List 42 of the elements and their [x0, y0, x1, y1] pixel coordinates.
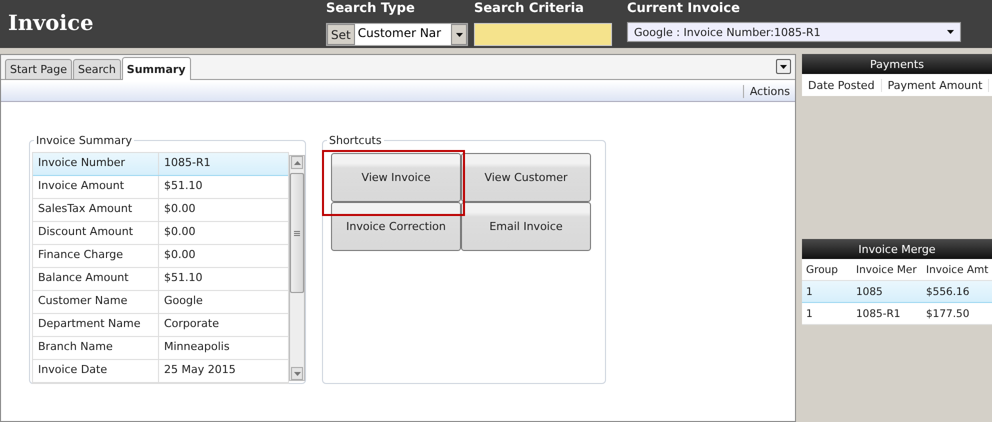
- current-invoice-select[interactable]: Google : Invoice Number:1085-R1: [627, 22, 961, 42]
- tab-menu-button[interactable]: [776, 59, 791, 74]
- column-header: Date Posted: [802, 78, 882, 92]
- actions-menu[interactable]: Actions: [742, 84, 795, 98]
- app-title: Invoice: [8, 10, 94, 35]
- caret-icon: [780, 64, 787, 68]
- panel-title: Shortcuts: [328, 134, 383, 147]
- search-type-label: Search Type: [326, 1, 416, 17]
- scrollbar[interactable]: [289, 155, 305, 381]
- tab[interactable]: Summary: [122, 57, 190, 80]
- search-criteria-field[interactable]: [474, 23, 612, 46]
- shortcut-button[interactable]: View Customer: [461, 153, 591, 202]
- summary-row[interactable]: Finance Charge $0.00: [33, 245, 288, 268]
- tab[interactable]: Search: [73, 59, 121, 79]
- merge-row[interactable]: 1 1085-R1 $177.50: [802, 303, 992, 325]
- tab[interactable]: Start Page: [5, 59, 72, 79]
- summary-row[interactable]: Discount Amount $0.00: [33, 222, 288, 245]
- panel-title: Invoice Merge: [802, 239, 992, 259]
- column-header: Invoice Amt: [925, 264, 990, 276]
- summary-row[interactable]: Invoice Number 1085-R1: [33, 153, 288, 176]
- column-header: Group: [805, 264, 839, 276]
- panel-title: Payments: [802, 54, 992, 74]
- summary-row[interactable]: Customer Name Google: [33, 291, 288, 314]
- shortcut-button[interactable]: Email Invoice: [461, 202, 591, 251]
- caret-icon: [947, 30, 954, 34]
- search-criteria-label: Search Criteria: [474, 1, 585, 17]
- summary-row[interactable]: Invoice Date 25 May 2015: [33, 360, 288, 383]
- summary-row[interactable]: SalesTax Amount $0.00: [33, 199, 288, 222]
- column-header: Invoice Mer: [855, 264, 918, 276]
- shortcut-button[interactable]: View Invoice: [331, 153, 461, 202]
- shortcut-button[interactable]: Invoice Correction: [331, 202, 461, 251]
- summary-row[interactable]: Branch Name Minneapolis: [33, 337, 288, 360]
- column-header: Payment Amount: [882, 78, 990, 92]
- summary-row[interactable]: Department Name Corporate: [33, 314, 288, 337]
- up-arrow-icon: [294, 160, 300, 164]
- merge-row[interactable]: 1 1085 $556.16: [802, 281, 992, 303]
- summary-row[interactable]: Balance Amount $51.10: [33, 268, 288, 291]
- down-arrow-icon: [294, 372, 300, 376]
- summary-row[interactable]: Invoice Amount $51.10: [33, 176, 288, 199]
- current-invoice-label: Current Invoice: [627, 1, 741, 17]
- grip-icon: [294, 230, 300, 236]
- panel-title: Invoice Summary: [35, 134, 133, 147]
